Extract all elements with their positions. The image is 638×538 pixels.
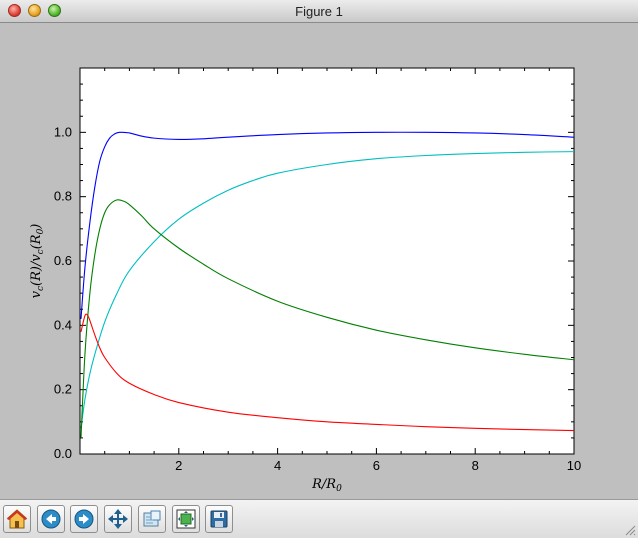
y-tick-label: 0.6 — [54, 253, 72, 268]
x-tick-label: 2 — [175, 458, 182, 473]
home-icon — [6, 509, 28, 529]
x-axis-label: R/R0 — [311, 477, 342, 494]
zoom-rect-icon — [143, 510, 161, 527]
pan-button[interactable] — [104, 505, 132, 533]
line-chart: 2 4 6 8 10 0.0 0.2 0.4 0.6 0.8 1.0 R/R0 vc(R)/vc(R… — [29, 67, 581, 494]
y-tick-label: 0.2 — [54, 382, 72, 397]
window-titlebar: Figure 1 — [0, 0, 638, 23]
navigation-toolbar — [0, 499, 638, 538]
y-tick-label: 1.0 — [54, 124, 72, 139]
y-tick-label: 0.0 — [54, 446, 72, 461]
x-tick-label: 6 — [373, 458, 380, 473]
forward-arrow-icon — [74, 509, 94, 529]
save-disk-icon — [210, 510, 228, 528]
subplots-icon — [176, 509, 196, 529]
x-tick-label: 4 — [274, 458, 281, 473]
figure-canvas[interactable]: 2 4 6 8 10 0.0 0.2 0.4 0.6 0.8 1.0 R/R0 vc(R)/vc(R… — [0, 23, 638, 499]
zoom-button[interactable] — [138, 505, 166, 533]
home-button[interactable] — [3, 505, 31, 533]
resize-grip-icon[interactable] — [624, 524, 636, 536]
y-axis-label: vc(R)/vc(R0) — [29, 224, 46, 299]
plot-area — [79, 67, 575, 455]
y-tick-label: 0.4 — [54, 317, 72, 332]
window-title: Figure 1 — [295, 4, 343, 19]
forward-button[interactable] — [70, 505, 98, 533]
back-button[interactable] — [37, 505, 65, 533]
back-arrow-icon — [41, 509, 61, 529]
x-tick-label: 10 — [567, 458, 581, 473]
save-button[interactable] — [205, 505, 233, 533]
subplots-button[interactable] — [172, 505, 200, 533]
pan-arrows-icon — [108, 509, 128, 529]
x-tick-label: 8 — [472, 458, 479, 473]
y-tick-label: 0.8 — [54, 189, 72, 204]
